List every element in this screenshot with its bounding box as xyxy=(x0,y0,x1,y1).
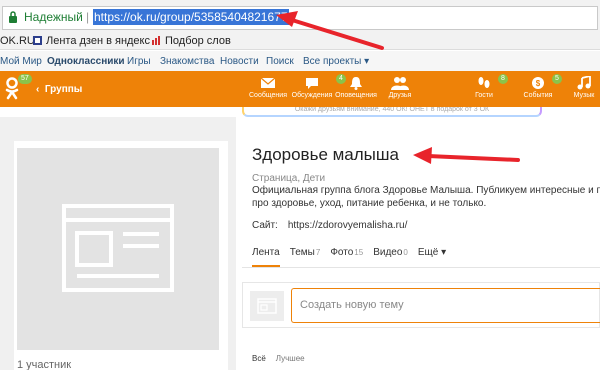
arrowhead-icon xyxy=(413,147,432,164)
arrowhead-icon xyxy=(276,11,298,27)
screenshot-root: Надежный | https://ok.ru/group/535854048… xyxy=(0,0,600,370)
title-annotation-arrow xyxy=(426,154,520,162)
url-annotation-arrow xyxy=(290,18,384,50)
annotation-arrows xyxy=(276,11,520,164)
